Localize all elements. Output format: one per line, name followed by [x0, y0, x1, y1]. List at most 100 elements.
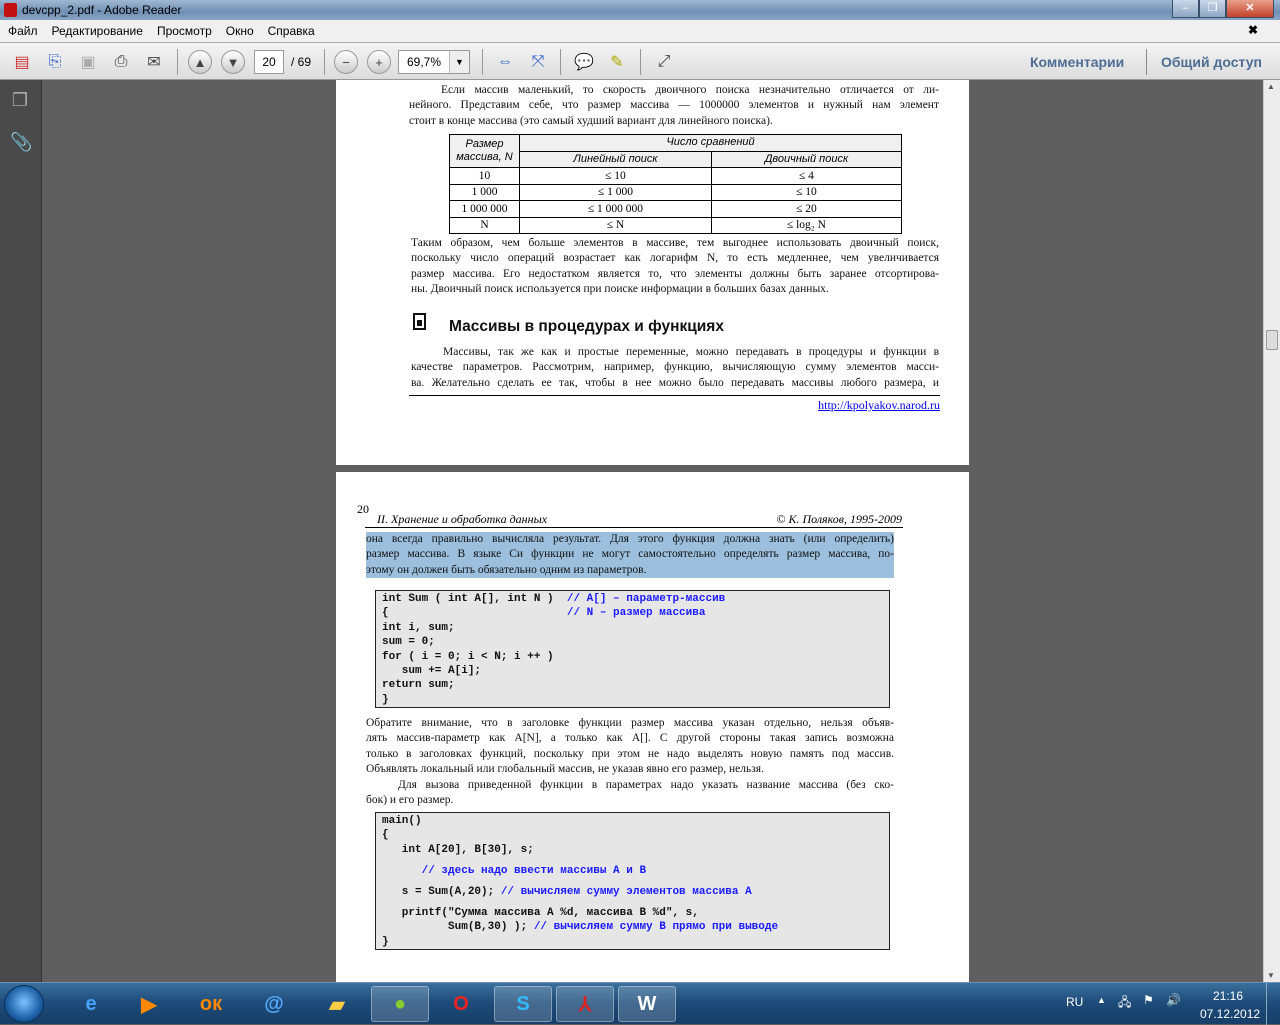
minimize-button[interactable]: –	[1172, 0, 1199, 18]
code-line: for ( i = 0; i < N; i ++ )	[382, 650, 883, 664]
footer-link[interactable]: http://kpolyakov.narod.ru	[818, 398, 940, 413]
code-line: sum = 0;	[382, 635, 883, 649]
code-text: printf("Сумма массива A %d, массива B %d…	[382, 907, 699, 920]
navigation-panel: ❐ 📎	[0, 80, 42, 982]
code-text: sum += A[i];	[382, 664, 482, 677]
clock-time[interactable]: 21:16	[1213, 989, 1243, 1003]
code-comment: // A[] – параметр-массив	[566, 593, 726, 605]
code-line: int i, sum;	[382, 621, 883, 635]
fit-width-icon[interactable]: ⇔	[493, 50, 517, 74]
code-text: for ( i = 0; i < N; i ++ )	[382, 650, 554, 663]
taskbar-browser[interactable]: @	[245, 986, 303, 1022]
paragraph: Массивы, так же как и простые переменные…	[411, 346, 939, 389]
code-line: Sum(B,30) ); // вычисляем сумму B прямо …	[382, 920, 883, 934]
highlight-text-icon[interactable]: ✎	[605, 50, 629, 74]
start-button[interactable]	[4, 985, 44, 1023]
taskbar-game[interactable]: ●	[371, 986, 429, 1022]
pdf-page-20: 20 II. Хранение и обработка данных © К. …	[336, 472, 969, 982]
taskbar: e ▶ ок @ ▰ ● O S ⅄ W RU ▲ 🖧 ⚑ 🔊 21:16 07…	[0, 982, 1280, 1025]
zoom-value: 69,7%	[407, 55, 442, 69]
page-total: / 69	[291, 55, 312, 69]
code-comment: // вычисляем сумму элементов массива A	[500, 886, 752, 899]
close-button[interactable]: ✕	[1226, 0, 1274, 18]
code-line: sum += A[i];	[382, 664, 883, 678]
section-title: Массивы в процедурах и функциях	[449, 318, 724, 335]
share-button[interactable]: Общий доступ	[1161, 54, 1262, 70]
zoom-in-icon[interactable]: +	[367, 50, 391, 74]
page-number-input[interactable]: 20	[254, 50, 284, 74]
window-title: devcpp_2.pdf - Adobe Reader	[22, 3, 182, 17]
volume-icon[interactable]: 🔊	[1166, 993, 1181, 1007]
network-icon[interactable]: 🖧	[1118, 993, 1131, 1014]
next-page-icon[interactable]: ▼	[221, 50, 245, 74]
language-indicator[interactable]: RU	[1066, 995, 1083, 1009]
attachments-icon[interactable]: 📎	[10, 132, 32, 154]
code-text: }	[382, 693, 389, 706]
selected-text[interactable]: она всегда правильно вычисляла результат…	[366, 532, 894, 579]
paragraph: Таким образом, чем больше элементов в ма…	[411, 237, 939, 296]
code-block: main() { int A[20], B[30], s; // здесь на…	[375, 812, 890, 950]
maximize-button[interactable]: ❐	[1199, 0, 1226, 18]
taskbar-internet-explorer[interactable]: e	[62, 986, 120, 1022]
code-text: return sum;	[382, 679, 455, 692]
adobe-reader-icon	[4, 3, 17, 17]
code-line: int Sum ( int A[], int N ) // A[] – пара…	[382, 592, 883, 606]
taskbar-odnoklassniki[interactable]: ок	[182, 986, 240, 1022]
zoom-select[interactable]: 69,7% ▼	[398, 50, 470, 74]
show-desktop-button[interactable]	[1266, 983, 1280, 1025]
email-icon[interactable]: ✉	[142, 50, 166, 74]
running-header-left: II. Хранение и обработка данных	[377, 512, 548, 526]
code-line: return sum;	[382, 678, 883, 692]
print-icon[interactable]: ⎙	[109, 50, 133, 74]
taskbar-skype[interactable]: S	[494, 986, 552, 1022]
code-text: Sum(B,30) );	[382, 921, 534, 934]
menu-file[interactable]: Файл	[8, 24, 38, 38]
vertical-scrollbar[interactable]: ▲ ▼	[1263, 80, 1280, 982]
open-file-icon[interactable]: ⎘	[43, 50, 67, 74]
code-text: {	[382, 607, 567, 620]
taskbar-explorer[interactable]: ▰	[308, 986, 366, 1022]
taskbar-adobe-reader[interactable]: ⅄	[556, 986, 614, 1022]
menu-help[interactable]: Справка	[268, 24, 315, 38]
pages-icon[interactable]: ❐	[10, 90, 30, 112]
comment-icon[interactable]: 💬	[572, 50, 596, 74]
menu-window[interactable]: Окно	[226, 24, 254, 38]
comparison-table: Размер массива, N Число сравнений Линейны…	[449, 134, 903, 234]
table-row: N ≤ N ≤ log₂ N	[449, 216, 903, 234]
taskbar-media-player[interactable]: ▶	[120, 986, 178, 1022]
code-line: }	[382, 935, 883, 949]
taskbar-opera[interactable]: O	[432, 986, 490, 1022]
code-text: int A[20], B[30], s;	[382, 843, 534, 856]
zoom-out-icon[interactable]: −	[334, 50, 358, 74]
code-text: main()	[382, 815, 422, 827]
code-text: {	[382, 829, 389, 842]
code-text: int i, sum;	[382, 621, 455, 634]
paragraph: Если массив маленький, то скорость двоич…	[409, 84, 939, 127]
comments-button[interactable]: Комментарии	[1030, 54, 1124, 70]
pdf-page-19: Если массив маленький, то скорость двоич…	[336, 80, 969, 465]
code-line: { // N – размер массива	[382, 606, 883, 620]
show-hidden-icons[interactable]: ▲	[1097, 995, 1106, 1005]
menu-view[interactable]: Просмотр	[157, 24, 212, 38]
clock-date[interactable]: 07.12.2012	[1200, 1007, 1260, 1021]
create-pdf-icon[interactable]: ▤	[10, 50, 34, 74]
action-center-icon[interactable]: ⚑	[1143, 993, 1154, 1007]
full-screen-icon[interactable]: ⤢	[652, 50, 676, 74]
scrollbar-thumb[interactable]	[1266, 330, 1278, 350]
code-line: // здесь надо ввести массивы A и B	[382, 857, 883, 878]
code-comment: // здесь надо ввести массивы A и B	[421, 865, 647, 878]
close-document-icon[interactable]: ✖	[1248, 23, 1258, 37]
menu-edit[interactable]: Редактирование	[52, 24, 143, 38]
chevron-down-icon[interactable]: ▼	[449, 51, 469, 73]
menu-bar: Файл Редактирование Просмотр Окно Справк…	[0, 20, 1280, 42]
code-line: printf("Сумма массива A %d, массива B %d…	[382, 899, 883, 920]
previous-page-icon[interactable]: ▲	[188, 50, 212, 74]
fit-page-icon[interactable]: ⤧	[526, 50, 550, 74]
save-icon[interactable]: ▣	[76, 50, 100, 74]
code-text: sum = 0;	[382, 636, 435, 649]
code-block: int Sum ( int A[], int N ) // A[] – пара…	[375, 590, 890, 708]
taskbar-word[interactable]: W	[618, 986, 676, 1022]
table-row: 10 ≤ 10 ≤ 4	[449, 167, 903, 185]
code-text: }	[382, 935, 389, 948]
paragraph: Обратите внимание, что в заголовке функц…	[366, 717, 894, 807]
